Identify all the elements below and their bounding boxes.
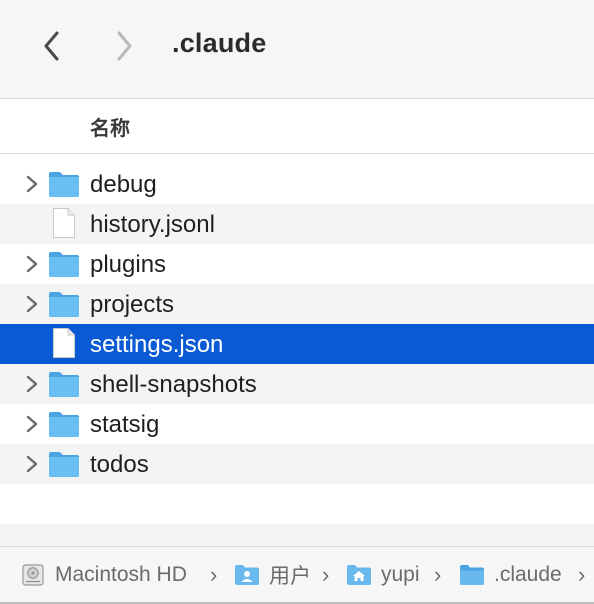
crumb-separator: › (210, 562, 218, 587)
document-icon (52, 207, 76, 239)
file-row-debug[interactable]: debug (0, 164, 594, 204)
file-row-history-jsonl[interactable]: history.jsonl (0, 204, 594, 244)
file-row-statsig[interactable]: statsig (0, 404, 594, 444)
chevron-right-icon (26, 455, 38, 473)
crumb-claude[interactable]: .claude (459, 561, 562, 589)
disclosure-triangle[interactable] (22, 414, 42, 434)
disclosure-triangle[interactable] (22, 374, 42, 394)
crumb-separator: › (434, 562, 442, 587)
home-folder-icon (347, 565, 371, 585)
folder-icon (48, 370, 80, 398)
folder-icon (48, 410, 80, 438)
chevron-right-icon (117, 31, 132, 61)
file-name: todos (90, 451, 149, 478)
chevron-left-icon (44, 31, 59, 61)
empty-list-row (0, 524, 594, 546)
file-row-plugins[interactable]: plugins (0, 244, 594, 284)
file-name: settings.json (90, 331, 224, 358)
folder-icon (48, 250, 80, 278)
file-name: projects (90, 291, 175, 318)
back-button[interactable] (34, 26, 70, 66)
chevron-right-icon (26, 255, 38, 273)
disclosure-triangle[interactable] (22, 454, 42, 474)
crumb-label: 用户 (269, 565, 311, 588)
file-row-settings-json[interactable]: settings.json (0, 324, 594, 364)
finder-window: .claude 名称 debug history.jsonl plugins p… (0, 0, 594, 604)
disclosure-triangle[interactable] (22, 294, 42, 314)
forward-button[interactable] (106, 26, 142, 66)
crumb-yupi[interactable]: yupi (346, 561, 420, 589)
disclosure-triangle[interactable] (22, 254, 42, 274)
toolbar: .claude (0, 0, 594, 99)
crumb-separator: › (578, 562, 586, 587)
chevron-right-icon (26, 415, 38, 433)
chevron-right-icon (26, 175, 38, 193)
column-header-name[interactable]: 名称 (90, 112, 130, 141)
path-bar: Macintosh HD › 用户 › yupi › .claude › (0, 546, 594, 604)
file-row-todos[interactable]: todos (0, 444, 594, 484)
folder-icon (48, 170, 80, 198)
document-icon (52, 327, 76, 359)
users-folder-icon (235, 565, 259, 585)
file-list: debug history.jsonl plugins projects set… (0, 164, 594, 484)
file-name: debug (90, 171, 157, 198)
chevron-right-icon (26, 375, 38, 393)
hard-drive-icon (22, 564, 44, 586)
crumb-label: .claude (494, 563, 562, 586)
file-name: history.jsonl (90, 211, 215, 238)
column-header-bar: 名称 (0, 99, 594, 154)
folder-icon (48, 450, 80, 478)
crumb-separator: › (322, 562, 330, 587)
file-name: statsig (90, 411, 160, 438)
file-name: shell-snapshots (90, 371, 257, 398)
crumb-macintosh-hd[interactable]: Macintosh HD (20, 561, 187, 589)
folder-icon (460, 565, 484, 585)
crumb-label: yupi (381, 563, 420, 586)
file-row-projects[interactable]: projects (0, 284, 594, 324)
file-name: plugins (90, 251, 167, 278)
disclosure-triangle[interactable] (22, 174, 42, 194)
folder-icon (48, 290, 80, 318)
crumb-users[interactable]: 用户 (234, 561, 311, 589)
window-title: .claude (172, 28, 267, 58)
chevron-right-icon (26, 295, 38, 313)
file-row-shell-snapshots[interactable]: shell-snapshots (0, 364, 594, 404)
crumb-label: Macintosh HD (55, 563, 187, 586)
